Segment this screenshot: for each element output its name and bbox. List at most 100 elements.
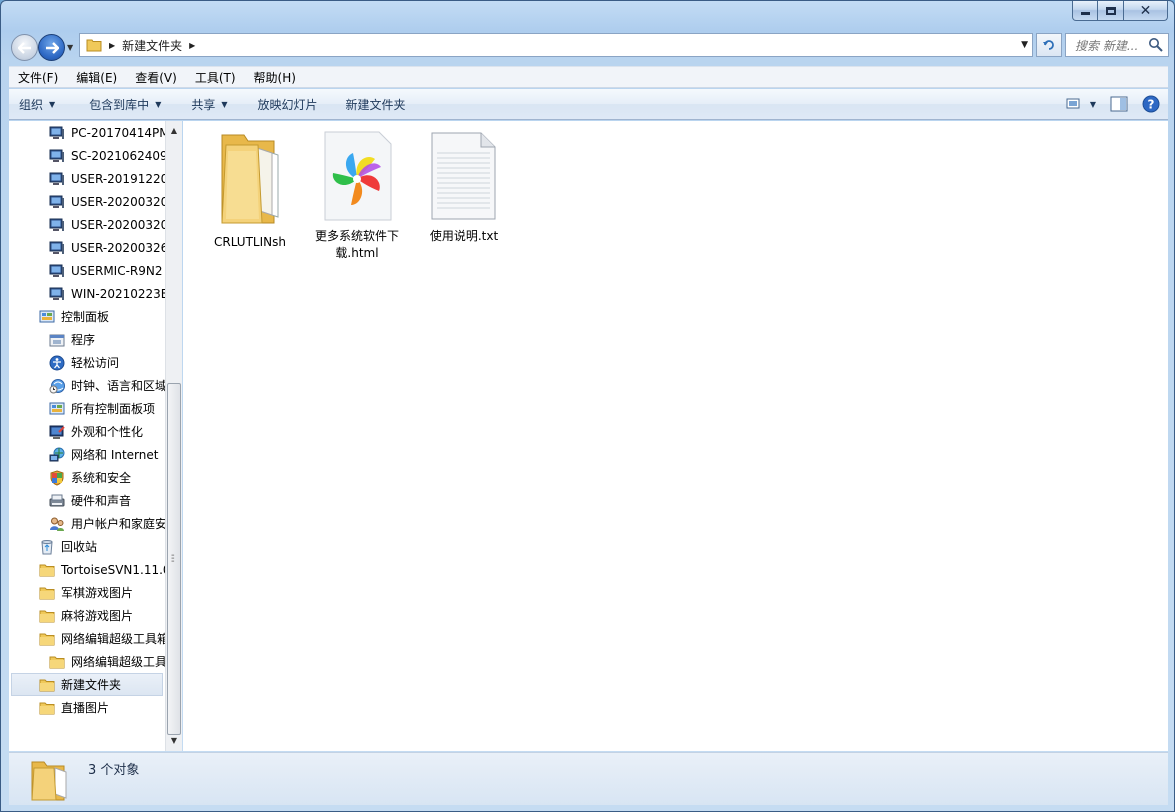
address-bar[interactable]: ▶ 新建文件夹 ▶ ▼ [79, 33, 1033, 57]
sidebar-item[interactable]: USERMIC-R9N2 [49, 259, 163, 282]
preview-pane-icon[interactable] [1110, 96, 1128, 112]
file-item-html[interactable]: 更多系统软件下 载.html [305, 131, 409, 262]
sidebar-item[interactable]: WIN-20210223E [49, 282, 165, 305]
address-history-dropdown[interactable]: ▼ [1021, 40, 1028, 50]
computer-icon [49, 125, 65, 141]
menu-file[interactable]: 文件(F) [9, 69, 67, 86]
menu-tools[interactable]: 工具(T) [186, 69, 245, 86]
svg-text:?: ? [1148, 98, 1155, 112]
grip-icon: --- [171, 550, 175, 567]
sidebar-item-label: 程序 [71, 333, 96, 347]
sidebar-item[interactable]: 外观和个性化 [49, 420, 143, 443]
forward-button[interactable] [38, 34, 65, 61]
sidebar-item[interactable]: 新建文件夹 [11, 673, 163, 696]
navigation-bar: ▼ ▶ 新建文件夹 ▶ ▼ 搜索 新建... [9, 31, 1169, 61]
include-library-button[interactable]: 包含到库中 ▼ [77, 96, 173, 113]
maximize-button[interactable] [1098, 1, 1124, 21]
computer-icon [49, 217, 65, 233]
sidebar-item-label: PC-20170414PM [71, 125, 165, 140]
sidebar-item[interactable]: 回收站 [39, 535, 97, 558]
folder-icon [86, 39, 102, 52]
scroll-down-arrow[interactable]: ▼ [166, 733, 182, 749]
new-folder-button[interactable]: 新建文件夹 [334, 96, 418, 113]
file-list: CRLUTLINsh 更多系统软件下 载.html 使用说明.txt [183, 121, 1168, 751]
navigation-pane: PC-20170414PM SC-20210624091 USER-20191220… [9, 121, 165, 751]
sidebar-item[interactable]: 直播图片 [39, 696, 109, 719]
sidebar-item-label: SC-20210624091 [71, 148, 165, 163]
file-item-txt[interactable]: 使用说明.txt [412, 131, 516, 245]
breadcrumb-separator[interactable]: ▶ [189, 41, 195, 50]
search-box[interactable]: 搜索 新建... [1065, 33, 1169, 57]
search-placeholder: 搜索 新建... [1075, 38, 1139, 53]
close-button[interactable]: ✕ [1124, 1, 1168, 21]
sidebar-item[interactable]: 网络编辑超级工具 [49, 650, 165, 673]
sidebar-item[interactable]: 硬件和声音 [49, 489, 131, 512]
sidebar-item-label: 硬件和声音 [71, 494, 132, 508]
navigation-scrollbar[interactable]: ▲ --- ▼ [165, 121, 182, 751]
sidebar-item[interactable]: USER-20200320. [49, 190, 165, 213]
breadcrumb-current[interactable]: 新建文件夹 [122, 37, 182, 54]
organize-button[interactable]: 组织 ▼ [9, 96, 67, 113]
help-icon[interactable]: ? [1142, 95, 1160, 113]
sidebar-item[interactable]: 所有控制面板项 [49, 397, 155, 420]
file-name-line2: 载.html [335, 246, 379, 260]
sidebar-item-label: 所有控制面板项 [71, 402, 156, 416]
view-options-button[interactable]: ▼ [1066, 97, 1096, 111]
sidebar-item[interactable]: SC-20210624091 [49, 144, 165, 167]
sidebar-item-label: USER-20200320 [71, 217, 165, 232]
sidebar-item[interactable]: 时钟、语言和区域 [49, 374, 165, 397]
slideshow-button[interactable]: 放映幻灯片 [246, 96, 330, 113]
sidebar-item[interactable]: 军棋游戏图片 [39, 581, 133, 604]
computer-icon [49, 148, 65, 164]
sidebar-item-label: 轻松访问 [71, 356, 120, 370]
sidebar-item-label: 网络编辑超级工具箱 [61, 632, 165, 646]
refresh-button[interactable] [1036, 33, 1062, 57]
menu-edit[interactable]: 编辑(E) [67, 69, 126, 86]
sidebar-item[interactable]: USER-20200326 [49, 236, 165, 259]
sidebar-item[interactable]: USER-20191220I [49, 167, 165, 190]
back-button[interactable] [11, 34, 38, 61]
recent-pages-dropdown[interactable]: ▼ [67, 43, 73, 52]
sidebar-item[interactable]: 网络编辑超级工具箱 [39, 627, 165, 650]
scroll-up-arrow[interactable]: ▲ [166, 123, 182, 139]
sidebar-item-label: 系统和安全 [71, 471, 132, 485]
sidebar-item[interactable]: 麻将游戏图片 [39, 604, 133, 627]
breadcrumb-separator[interactable]: ▶ [109, 41, 115, 50]
refresh-icon [1043, 40, 1054, 50]
recycle-bin-icon [39, 539, 55, 555]
file-item-folder[interactable]: CRLUTLINsh [198, 131, 302, 251]
folder-icon [31, 761, 67, 801]
folder-icon [39, 608, 55, 624]
minimize-button[interactable] [1072, 1, 1098, 21]
file-name: CRLUTLINsh [214, 235, 286, 249]
sidebar-item-label: 新建文件夹 [61, 678, 122, 692]
include-library-label: 包含到库中 [89, 97, 150, 112]
sidebar-item[interactable]: 控制面板 [39, 305, 109, 328]
sidebar-item[interactable]: 用户帐户和家庭安 [49, 512, 165, 535]
sidebar-item[interactable]: TortoiseSVN1.11.0 [39, 558, 165, 581]
sidebar-item-label: USERMIC-R9N2 [71, 263, 163, 278]
close-icon: ✕ [1139, 2, 1152, 19]
folder-icon [39, 562, 55, 578]
file-name: 使用说明.txt [429, 229, 499, 243]
sidebar-item[interactable]: 系统和安全 [49, 466, 131, 489]
explorer-window: ✕ ▼ ▶ 新建文件夹 ▶ ▼ 搜索 新建... 文件(F) 编辑(E) 查看(… [0, 0, 1175, 812]
menu-view[interactable]: 查看(V) [126, 69, 186, 86]
sidebar-item[interactable]: 网络和 Internet [49, 443, 158, 466]
folder-icon [39, 585, 55, 601]
maximize-icon [1105, 6, 1116, 15]
sidebar-item[interactable]: PC-20170414PM [49, 121, 165, 144]
sidebar-item[interactable]: 程序 [49, 328, 95, 351]
file-name: 更多系统软件下 载.html [305, 228, 409, 262]
menu-help[interactable]: 帮助(H) [245, 69, 305, 86]
share-button[interactable]: 共享 ▼ [179, 96, 239, 113]
sidebar-item-label: 军棋游戏图片 [61, 586, 134, 600]
scrollbar-thumb[interactable]: --- [167, 383, 181, 735]
computer-icon [49, 171, 65, 187]
search-icon[interactable] [1148, 37, 1164, 53]
sidebar-item[interactable]: USER-20200320 [49, 213, 165, 236]
chevron-down-icon: ▼ [49, 99, 56, 109]
caption-buttons: ✕ [1072, 1, 1168, 21]
network-icon [49, 447, 65, 463]
sidebar-item[interactable]: 轻松访问 [49, 351, 119, 374]
